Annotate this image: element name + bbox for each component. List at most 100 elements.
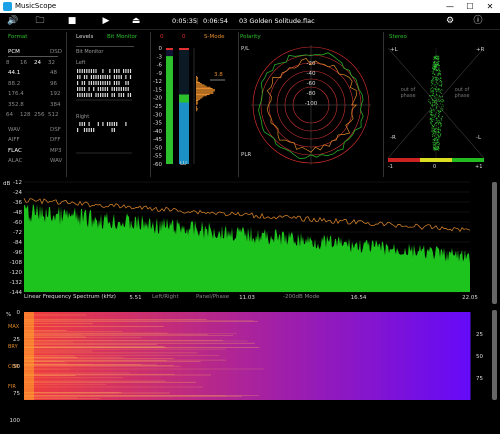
maximize-button[interactable]: ☐ — [460, 0, 480, 13]
stereo-sample — [438, 113, 439, 114]
format-cell: 176.4 — [8, 91, 24, 97]
meter-scale-label: -35 — [153, 121, 162, 127]
stereo-sample — [438, 116, 440, 118]
bit-cell — [118, 87, 120, 91]
stereo-sample — [436, 122, 438, 123]
bit-cell — [104, 93, 106, 97]
bit-cell — [125, 122, 127, 126]
eject-icon[interactable]: ⏏ — [130, 15, 142, 27]
bit-cell — [97, 81, 99, 85]
bit-cell — [100, 93, 102, 97]
bit-cell — [113, 93, 115, 97]
spectrogram-scrollbar[interactable] — [492, 310, 497, 400]
bit-cell — [97, 87, 99, 91]
spectrogram-column — [430, 312, 436, 400]
stereo-sample — [435, 146, 437, 148]
spectrogram-column — [266, 312, 273, 400]
meter-scale-label: -45 — [153, 137, 162, 143]
bit-cell — [109, 75, 111, 79]
stereo-sample — [439, 91, 441, 93]
stereo-sample — [432, 135, 434, 137]
stereo-sample — [439, 81, 441, 83]
bit-cell — [77, 81, 79, 85]
stereo-sample — [438, 116, 439, 117]
spectrogram-column — [222, 312, 228, 400]
bit-cell — [97, 93, 99, 97]
stereo-sample — [435, 149, 436, 150]
stereo-sample — [431, 129, 433, 131]
stereo-sample — [431, 99, 433, 100]
close-button[interactable]: ✕ — [480, 0, 500, 13]
stereo-sample — [436, 99, 438, 100]
spectrogram-column — [410, 312, 416, 400]
stereo-sample — [437, 83, 439, 85]
bit-cell — [113, 81, 115, 85]
stereo-sample — [429, 101, 431, 103]
meter-histogram-bin — [196, 76, 197, 77]
meter-histogram-bin — [196, 98, 201, 100]
stereo-sample — [439, 142, 440, 144]
stereo-sample — [438, 73, 440, 75]
settings-gear-icon[interactable]: ⚙ — [444, 15, 456, 27]
spectrogram-column — [301, 312, 307, 400]
spectrogram-column — [271, 312, 278, 400]
bit-cell — [95, 69, 97, 73]
stereo-sample — [429, 111, 430, 113]
meter-scale-label: -40 — [153, 129, 162, 135]
stereo-sample — [436, 136, 437, 138]
stereo-sample — [432, 118, 434, 120]
stereo-sample — [436, 77, 437, 79]
stereo-sample — [435, 57, 436, 59]
stereo-sample — [435, 138, 437, 140]
stereo-sample — [440, 118, 442, 119]
spectrogram-streak — [24, 319, 207, 320]
info-icon[interactable]: ⓘ — [472, 15, 484, 27]
bit-cell — [116, 122, 118, 126]
meter-histogram-bin — [196, 100, 199, 101]
spectrogram-y-label: % — [6, 312, 11, 318]
open-folder-icon[interactable]: 🗀 — [34, 15, 46, 27]
bit-cell — [113, 87, 115, 91]
minimize-button[interactable]: — — [440, 0, 460, 13]
meter-histogram-bin — [196, 107, 197, 109]
stereo-sample — [437, 134, 439, 136]
stereo-sample — [434, 56, 436, 57]
spectrogram-column — [435, 312, 441, 400]
format-cell: 48 — [50, 70, 57, 76]
spectrum-scrollbar[interactable] — [492, 182, 497, 304]
stereo-sample — [431, 123, 433, 125]
spectrum-y-tick: -72 — [13, 230, 22, 236]
spectrogram-streak — [24, 337, 142, 338]
stereo-sample — [440, 80, 442, 81]
format-cell: FLAC — [8, 147, 22, 154]
app-logo-icon — [3, 2, 12, 11]
play-icon[interactable]: ▶ — [100, 15, 112, 27]
stereo-sample — [443, 100, 445, 102]
stereo-sample — [434, 131, 436, 132]
spectrum-y-tick: -96 — [13, 250, 22, 256]
stereo-sample — [434, 57, 436, 58]
stereo-sample — [439, 121, 441, 123]
stereo-sample — [429, 102, 431, 103]
volume-icon[interactable]: 🔊 — [7, 15, 19, 27]
polar-ring-label: -60 — [307, 81, 316, 87]
bit-cell — [127, 93, 129, 97]
spectrogram-column — [252, 312, 258, 400]
bit-cell — [83, 81, 86, 85]
stereo-sample — [440, 103, 441, 105]
stereo-sample — [436, 58, 438, 59]
stereo-sample — [436, 106, 438, 108]
stereo-sample — [434, 64, 435, 66]
spectrogram-streak — [24, 392, 122, 393]
stereo-sample — [432, 114, 434, 115]
stereo-sample — [431, 119, 432, 121]
stereo-sample — [430, 95, 432, 96]
stop-icon[interactable]: ■ — [66, 15, 78, 27]
bit-cell — [93, 81, 95, 85]
correlation-positive — [452, 158, 484, 162]
bit-cell — [116, 81, 118, 85]
bit-cell — [93, 87, 95, 91]
spectrogram-streak — [24, 380, 166, 382]
bit-cell — [100, 75, 102, 79]
spectrum-y-tick: -36 — [13, 200, 22, 206]
